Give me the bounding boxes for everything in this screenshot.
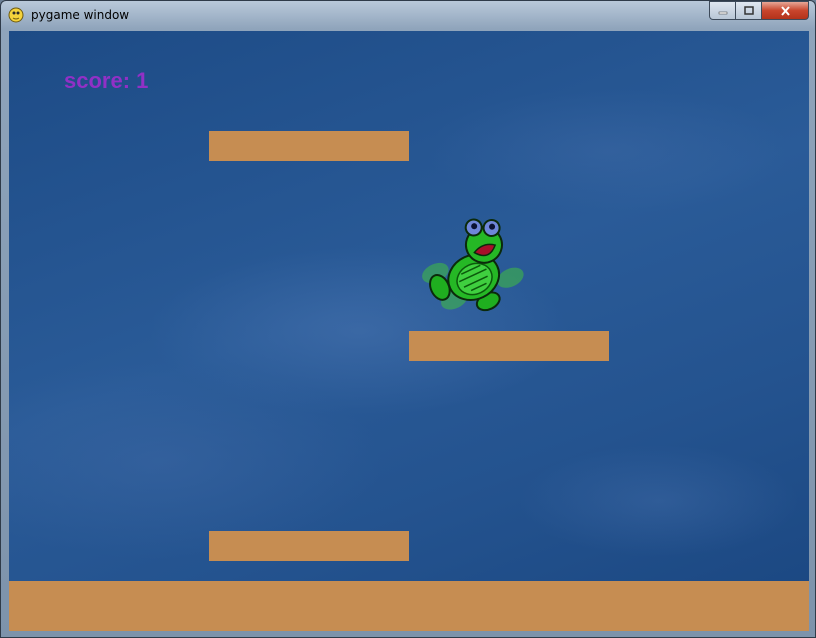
platform-middle [409,331,609,361]
game-window: pygame window score: 1 [0,0,816,638]
turtle-sprite [422,218,524,312]
game-canvas[interactable]: score: 1 [9,31,809,631]
ground-platform [9,581,809,631]
pygame-snake-icon [8,7,24,23]
platform-upper [209,131,409,161]
platform-lower [209,531,409,561]
title-bar[interactable]: pygame window [1,1,815,29]
close-icon [780,5,790,16]
minimize-button[interactable] [709,1,736,20]
window-title: pygame window [31,8,130,22]
maximize-button[interactable] [736,1,762,20]
close-button[interactable] [762,1,809,20]
maximize-icon [743,6,754,15]
score-label: score: 1 [64,68,149,93]
minimize-icon [718,11,727,14]
